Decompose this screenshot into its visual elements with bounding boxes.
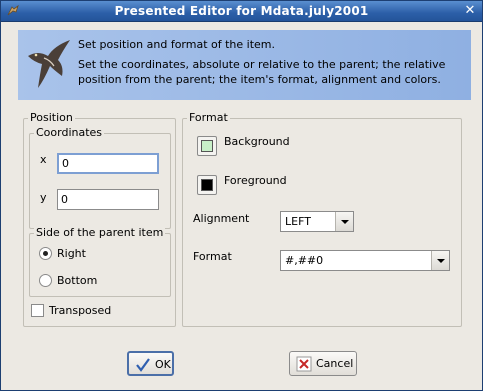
format-group-label: Format <box>187 111 230 124</box>
title-bar[interactable]: Presented Editor for Mdata.july2001 ✕ <box>1 1 482 22</box>
banner-title: Set position and format of the item. <box>78 38 276 51</box>
format-label: Format <box>193 250 232 263</box>
foreground-label: Foreground <box>224 174 287 187</box>
alignment-label: Alignment <box>193 212 250 225</box>
coordinates-group-label: Coordinates <box>34 126 105 139</box>
position-group-label: Position <box>28 111 75 124</box>
check-icon <box>136 358 150 372</box>
alignment-select[interactable]: LEFT <box>280 211 354 232</box>
transposed-label[interactable]: Transposed <box>49 304 111 317</box>
transposed-checkbox[interactable] <box>31 304 44 317</box>
chevron-down-icon[interactable] <box>335 212 353 231</box>
bird-icon <box>28 40 70 88</box>
ok-button-label: OK <box>155 358 171 371</box>
position-group: Position Coordinates x y Side of the par… <box>23 111 176 327</box>
y-input[interactable] <box>57 189 159 210</box>
coordinates-group: Coordinates x y <box>29 126 171 229</box>
background-color-button[interactable] <box>197 136 217 156</box>
ok-button[interactable]: OK <box>127 351 174 376</box>
close-icon[interactable]: ✕ <box>462 3 478 19</box>
foreground-swatch <box>201 179 213 191</box>
y-label: y <box>40 191 47 204</box>
background-swatch <box>201 140 213 152</box>
radio-right[interactable] <box>39 247 52 260</box>
cancel-button-label: Cancel <box>316 357 354 370</box>
window-title: Presented Editor for Mdata.july2001 <box>114 4 369 18</box>
banner-description: Set the coordinates, absolute or relativ… <box>78 58 446 86</box>
format-select[interactable]: #,##0 <box>280 250 450 271</box>
alignment-value: LEFT <box>285 215 311 228</box>
format-group: Format Background Foreground Alignment L… <box>182 111 462 327</box>
background-label: Background <box>224 135 290 148</box>
radio-right-label[interactable]: Right <box>57 247 86 260</box>
radio-bottom[interactable] <box>39 274 52 287</box>
side-group: Side of the parent item Right Bottom <box>29 226 171 297</box>
format-value: #,##0 <box>285 254 324 267</box>
side-group-label: Side of the parent item <box>34 226 166 239</box>
info-banner: Set position and format of the item. Set… <box>18 30 471 100</box>
chevron-down-icon[interactable] <box>431 251 449 270</box>
dialog-window: Presented Editor for Mdata.july2001 ✕ Se… <box>0 0 483 391</box>
cancel-button[interactable]: Cancel <box>289 351 357 376</box>
x-label: x <box>40 153 47 166</box>
cancel-icon <box>296 356 312 372</box>
foreground-color-button[interactable] <box>197 175 217 195</box>
radio-bottom-label[interactable]: Bottom <box>57 274 97 287</box>
x-input[interactable] <box>57 153 159 174</box>
